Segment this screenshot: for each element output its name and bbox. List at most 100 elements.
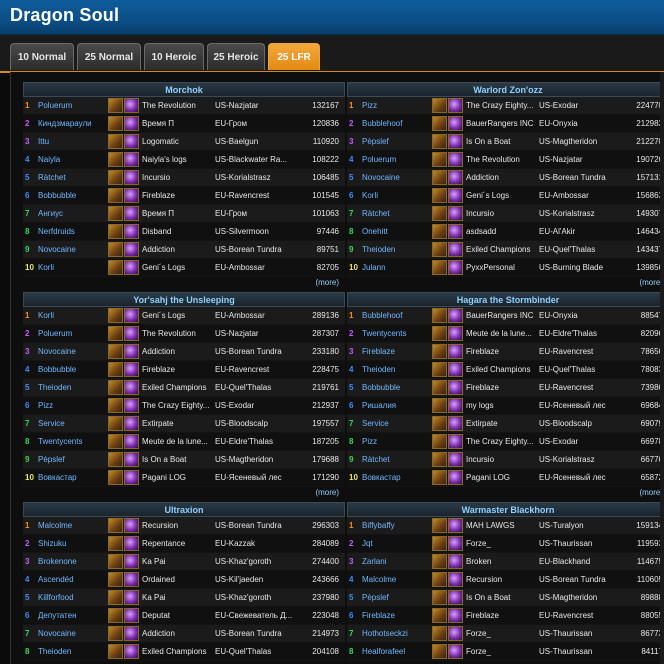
player-name-link[interactable]: Ascendéd [38, 575, 118, 584]
player-name-link[interactable]: Ангиус [38, 209, 118, 218]
guild-name[interactable]: Forze_ [466, 629, 538, 638]
guild-name[interactable]: Broken [466, 557, 538, 566]
guild-name[interactable]: Exiled Champions [142, 383, 214, 392]
player-name-link[interactable]: Ràtchet [38, 173, 118, 182]
guild-name[interactable]: BauerRangers INC [466, 311, 538, 320]
guild-name[interactable]: Exiled Champions [142, 647, 214, 656]
player-name-link[interactable]: Ittu [38, 137, 118, 146]
player-name-link[interactable]: Theioden [362, 365, 442, 374]
guild-name[interactable]: Exiled Champions [466, 365, 538, 374]
player-name-link[interactable]: Malcolme [362, 575, 442, 584]
player-name-link[interactable]: Service [38, 419, 118, 428]
player-name-link[interactable]: Zarlani [362, 557, 442, 566]
more-link[interactable]: (more) [347, 277, 664, 289]
guild-name[interactable]: The Crazy Eighty... [466, 101, 538, 110]
guild-name[interactable]: The Revolution [466, 155, 538, 164]
player-name-link[interactable]: Киндзмараули [38, 119, 118, 128]
boss-title[interactable]: Hagara the Stormbinder [347, 292, 664, 307]
player-name-link[interactable]: Brokenone [38, 557, 118, 566]
guild-name[interactable]: Incursio [466, 209, 538, 218]
guild-name[interactable]: Ka Pai [142, 557, 214, 566]
guild-name[interactable]: The Crazy Eighty... [466, 437, 538, 446]
guild-name[interactable]: Fireblaze [142, 365, 214, 374]
player-name-link[interactable]: Poluerum [38, 329, 118, 338]
player-name-link[interactable]: Healforafeel [362, 647, 442, 656]
player-name-link[interactable]: Nerfdruids [38, 227, 118, 236]
player-name-link[interactable]: Twentycents [362, 329, 442, 338]
guild-name[interactable]: Pagani LOG [466, 473, 538, 482]
guild-name[interactable]: Meute de la lune... [466, 329, 538, 338]
guild-name[interactable]: Is On a Boat [466, 593, 538, 602]
guild-name[interactable]: Deputat [142, 611, 214, 620]
boss-title[interactable]: Yor'sahj the Unsleeping [23, 292, 345, 307]
guild-name[interactable]: Repentance [142, 539, 214, 548]
player-name-link[interactable]: Novocaine [38, 245, 118, 254]
player-name-link[interactable]: Twentycents [38, 437, 118, 446]
player-name-link[interactable]: Biffybaffy [362, 521, 442, 530]
player-name-link[interactable]: Bubblehoof [362, 119, 442, 128]
guild-name[interactable]: Addiction [142, 245, 214, 254]
guild-name[interactable]: Extirpate [142, 419, 214, 428]
player-name-link[interactable]: Ришалия [362, 401, 442, 410]
guild-name[interactable]: Fireblaze [466, 383, 538, 392]
more-link[interactable]: (more) [23, 487, 345, 499]
player-name-link[interactable]: Onehitt [362, 227, 442, 236]
boss-title[interactable]: Morchok [23, 82, 345, 97]
guild-name[interactable]: Geni´s Logs [466, 191, 538, 200]
player-name-link[interactable]: Pizz [362, 437, 442, 446]
player-name-link[interactable]: Bobbubble [362, 383, 442, 392]
player-name-link[interactable]: Вовкастар [362, 473, 442, 482]
tab-25-heroic[interactable]: 25 Heroic [207, 43, 265, 70]
scrollbar[interactable] [660, 72, 664, 664]
guild-name[interactable]: asdsadd [466, 227, 538, 236]
guild-name[interactable]: Forze_ [466, 539, 538, 548]
player-name-link[interactable]: Malcolme [38, 521, 118, 530]
player-name-link[interactable]: Pèpslef [38, 455, 118, 464]
guild-name[interactable]: MAH LAWGS [466, 521, 538, 530]
guild-name[interactable]: Geni´s Logs [142, 311, 214, 320]
player-name-link[interactable]: Shizuku [38, 539, 118, 548]
guild-name[interactable]: Exiled Champions [466, 245, 538, 254]
player-name-link[interactable]: Killforfood [38, 593, 118, 602]
player-name-link[interactable]: Ràtchet [362, 209, 442, 218]
guild-name[interactable]: Fireblaze [466, 347, 538, 356]
player-name-link[interactable]: Fireblaze [362, 347, 442, 356]
player-name-link[interactable]: Hothotseckzi [362, 629, 442, 638]
guild-name[interactable]: Fireblaze [142, 191, 214, 200]
guild-name[interactable]: Incursio [142, 173, 214, 182]
guild-name[interactable]: Fireblaze [466, 611, 538, 620]
guild-name[interactable]: The Revolution [142, 101, 214, 110]
guild-name[interactable]: PyxxPersonal [466, 263, 538, 272]
guild-name[interactable]: Время П [142, 119, 214, 128]
tab-10-normal[interactable]: 10 Normal [10, 43, 74, 70]
player-name-link[interactable]: Korli [362, 191, 442, 200]
player-name-link[interactable]: Novocaine [362, 173, 442, 182]
guild-name[interactable]: Meute de la lune... [142, 437, 214, 446]
tab-25-lfr[interactable]: 25 LFR [268, 43, 320, 70]
boss-title[interactable]: Ultraxion [23, 502, 345, 517]
player-name-link[interactable]: Pizz [38, 401, 118, 410]
player-name-link[interactable]: Service [362, 419, 442, 428]
guild-name[interactable]: BauerRangers INC [466, 119, 538, 128]
guild-name[interactable]: Recursion [142, 521, 214, 530]
guild-name[interactable]: The Crazy Eighty... [142, 401, 214, 410]
player-name-link[interactable]: Ràtchet [362, 455, 442, 464]
guild-name[interactable]: Geni´s Logs [142, 263, 214, 272]
guild-name[interactable]: Время П [142, 209, 214, 218]
player-name-link[interactable]: Депутатен [38, 611, 118, 620]
guild-name[interactable]: Addiction [142, 347, 214, 356]
player-name-link[interactable]: Pèpslef [362, 593, 442, 602]
tab-10-heroic[interactable]: 10 Heroic [144, 43, 204, 70]
guild-name[interactable]: Pagani LOG [142, 473, 214, 482]
guild-name[interactable]: Ordained [142, 575, 214, 584]
guild-name[interactable]: Extirpate [466, 419, 538, 428]
player-name-link[interactable]: Theioden [362, 245, 442, 254]
tab-25-normal[interactable]: 25 Normal [77, 43, 141, 70]
player-name-link[interactable]: Poluerum [38, 101, 118, 110]
boss-title[interactable]: Warmaster Blackhorn [347, 502, 664, 517]
player-name-link[interactable]: Julann [362, 263, 442, 272]
player-name-link[interactable]: Fireblaze [362, 611, 442, 620]
guild-name[interactable]: Addiction [466, 173, 538, 182]
player-name-link[interactable]: Jqt [362, 539, 442, 548]
guild-name[interactable]: Naiyla's logs [142, 155, 214, 164]
